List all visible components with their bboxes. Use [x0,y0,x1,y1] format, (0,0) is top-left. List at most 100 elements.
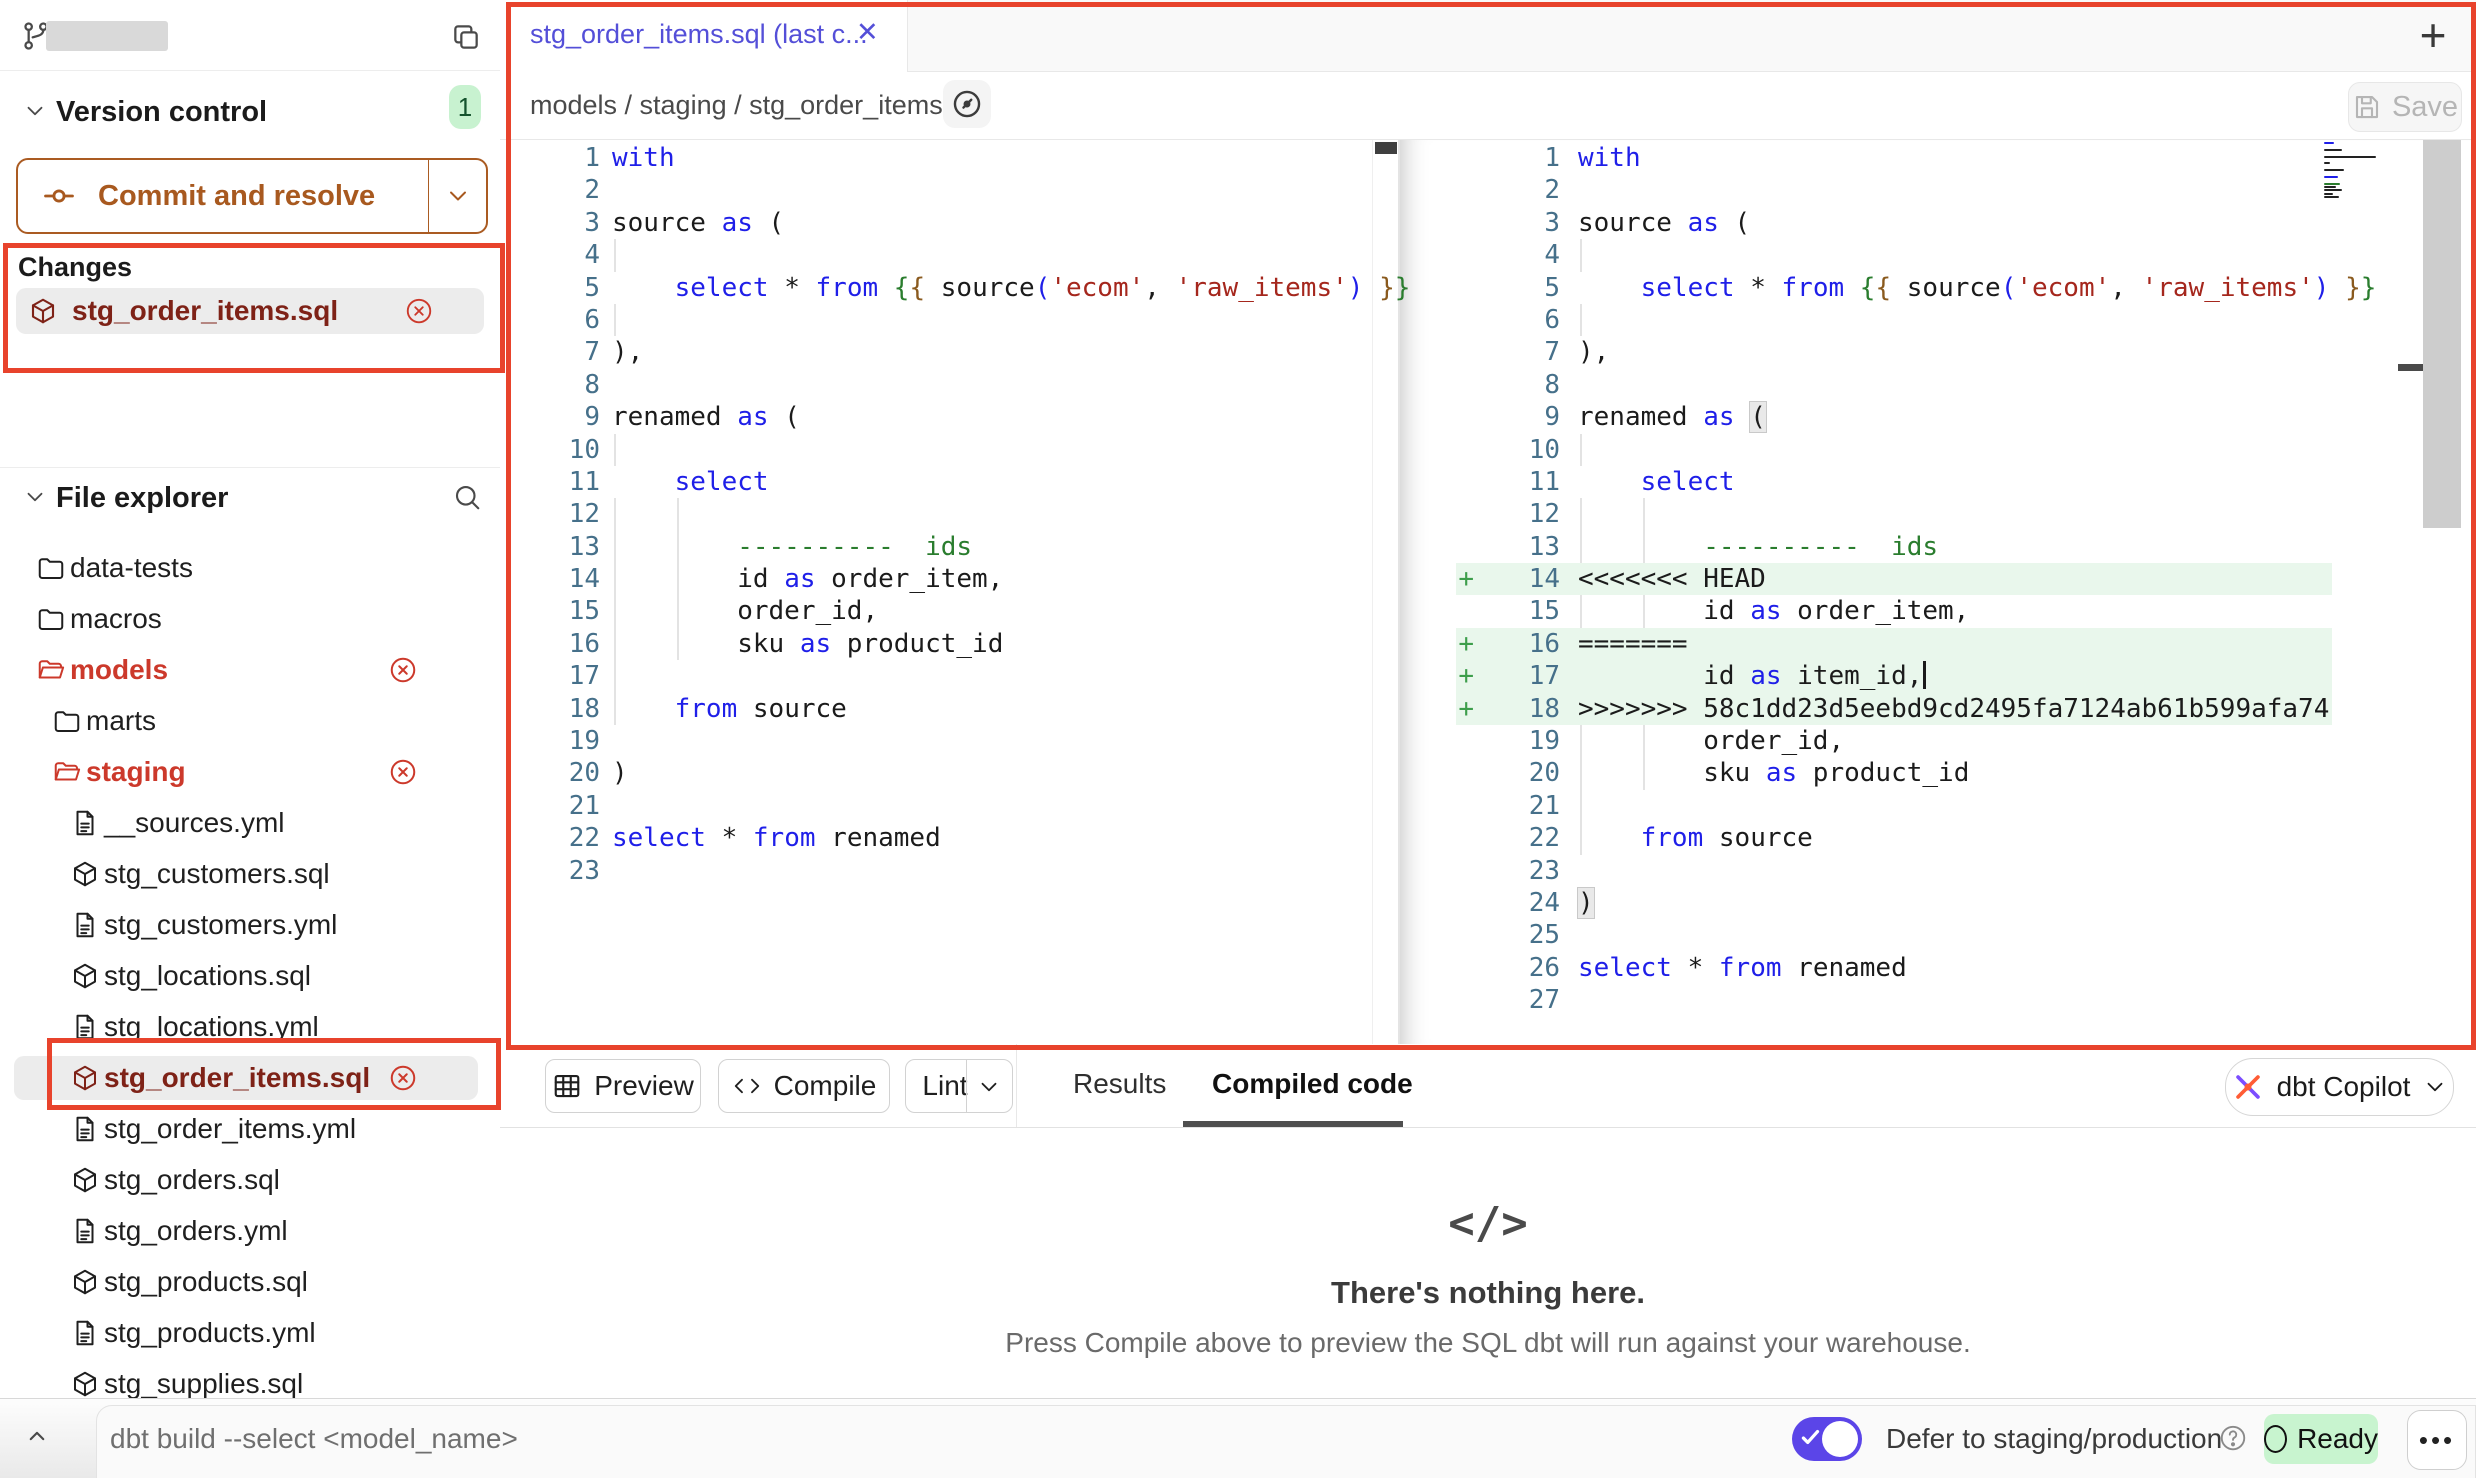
overflow-menu-button[interactable]: ••• [2407,1410,2467,1470]
dbt-copilot-button[interactable]: dbt Copilot [2225,1058,2454,1116]
discard-change-icon[interactable] [404,296,434,326]
model-cube-icon [28,296,58,326]
editor-pane-previous[interactable]: 1with23source as (45 select * from {{ so… [500,140,1372,1044]
diff-plus-gutter: + [1400,628,1476,660]
line-number: 21 [500,790,600,822]
code-line-7: 7), [500,336,1372,368]
code-line-7: 7), [1400,336,2476,368]
doc-icon [70,1012,100,1042]
line-content: sku as product_id [1578,757,2476,789]
lint-dropdown-chevron-icon[interactable] [976,1074,1002,1100]
line-content [1578,304,2476,336]
sidebar: Version control 1 Commit and resolve Cha… [0,0,501,1398]
line-number: 13 [1476,531,1560,563]
code-line-22: 22select * from renamed [500,822,1372,854]
search-icon[interactable] [452,482,482,512]
line-content [612,855,1372,887]
tree-item-stg-locations-sql[interactable]: stg_locations.sql [0,951,500,1002]
tree-item-stg-order-items-sql[interactable]: stg_order_items.sql [0,1053,500,1104]
line-content: ), [1578,336,2476,368]
indent-guide [1580,498,1582,530]
preview-button[interactable]: Preview [545,1059,701,1113]
tab-compiled-code[interactable]: Compiled code [1212,1068,1413,1100]
lint-button[interactable]: Lint [905,1059,1013,1113]
tree-item-macros[interactable]: macros [0,594,500,645]
tree-item--sources-yml[interactable]: __sources.yml [0,798,500,849]
tree-item-label: stg_supplies.sql [104,1368,303,1398]
line-content [1578,498,2476,530]
indent-guide [677,563,679,595]
left-pane-scrollbar-thumb[interactable] [1375,142,1397,154]
tree-item-data-tests[interactable]: data-tests [0,543,500,594]
code-line-11: 11 select [1400,466,2476,498]
new-tab-plus-icon[interactable]: + [2408,10,2458,60]
diff-plus-gutter [1400,952,1476,984]
tab-stg-order-items[interactable]: stg_order_items.sql (last c... ✕ [500,0,908,72]
git-commit-icon [42,179,76,213]
cube-icon [70,961,100,991]
tab-close-icon[interactable]: ✕ [856,17,879,48]
table-grid-icon [552,1071,582,1101]
tree-item-stg-products-sql[interactable]: stg_products.sql [0,1257,500,1308]
status-badge[interactable]: Ready [2264,1414,2378,1464]
indent-guide [1580,239,1582,271]
docs-orb-icon[interactable] [943,80,991,128]
commit-and-resolve-button[interactable]: Commit and resolve [16,158,488,234]
editor-pane-current[interactable]: 1with23source as (45 select * from {{ so… [1400,140,2476,1044]
tree-item-stg-locations-yml[interactable]: stg_locations.yml [0,1002,500,1053]
defer-label: Defer to staging/production [1886,1423,2222,1455]
line-content: select [612,466,1372,498]
version-control-chevron-icon[interactable] [22,98,48,124]
save-button[interactable]: Save [2348,82,2462,132]
help-icon[interactable] [2218,1423,2248,1453]
tree-item-stg-customers-yml[interactable]: stg_customers.yml [0,900,500,951]
tree-item-staging[interactable]: staging [0,747,500,798]
line-content: ---------- ids [1578,531,2476,563]
line-number: 19 [500,725,600,757]
tree-item-label: stg_locations.sql [104,960,311,992]
file-explorer-chevron-icon[interactable] [22,484,48,510]
line-number: 12 [500,498,600,530]
code-line-6: 6 [1400,304,2476,336]
commit-dropdown-chevron-icon[interactable] [444,182,472,210]
indent-guide [1580,595,1582,627]
sidebar-divider [0,467,500,468]
defer-toggle[interactable] [1792,1417,1862,1461]
indent-guide [1580,790,1582,822]
compile-button[interactable]: Compile [718,1059,890,1113]
indent-guide [614,660,616,692]
tree-item-stg-customers-sql[interactable]: stg_customers.sql [0,849,500,900]
discard-change-icon[interactable] [388,1063,418,1093]
version-control-title: Version control [56,96,267,129]
line-number: 1 [500,142,600,174]
copy-icon[interactable] [450,21,482,53]
tree-item-stg-supplies-sql[interactable]: stg_supplies.sql [0,1359,500,1398]
indent-guide [1580,531,1582,563]
tab-results[interactable]: Results [1073,1068,1166,1100]
code-line-22: 22 from source [1400,822,2476,854]
expand-caret-icon[interactable] [22,1421,52,1451]
tree-item-marts[interactable]: marts [0,696,500,747]
tree-item-stg-orders-yml[interactable]: stg_orders.yml [0,1206,500,1257]
code-line-16: +16======= [1400,628,2476,660]
tree-item-models[interactable]: models [0,645,500,696]
tree-item-stg-order-items-yml[interactable]: stg_order_items.yml [0,1104,500,1155]
tree-item-label: stg_products.yml [104,1317,316,1349]
line-content: ), [612,336,1372,368]
discard-change-icon[interactable] [388,757,418,787]
indent-guide [1643,595,1645,627]
tree-item-stg-orders-sql[interactable]: stg_orders.sql [0,1155,500,1206]
discard-change-icon[interactable] [388,655,418,685]
line-number: 3 [500,207,600,239]
code-line-9: 9renamed as ( [500,401,1372,433]
tree-item-stg-products-yml[interactable]: stg_products.yml [0,1308,500,1359]
file-tree[interactable]: data-testsmacrosmodelsmartsstaging__sour… [0,543,500,1398]
changes-file-item[interactable]: stg_order_items.sql [16,288,484,334]
diff-plus-gutter [1400,984,1476,1016]
code-line-4: 4 [1400,239,2476,271]
diff-plus-gutter [1400,466,1476,498]
diff-plus-gutter [1400,434,1476,466]
empty-state-title: There's nothing here. [500,1275,2476,1311]
diff-plus-gutter [1400,822,1476,854]
line-content: order_id, [1578,725,2476,757]
